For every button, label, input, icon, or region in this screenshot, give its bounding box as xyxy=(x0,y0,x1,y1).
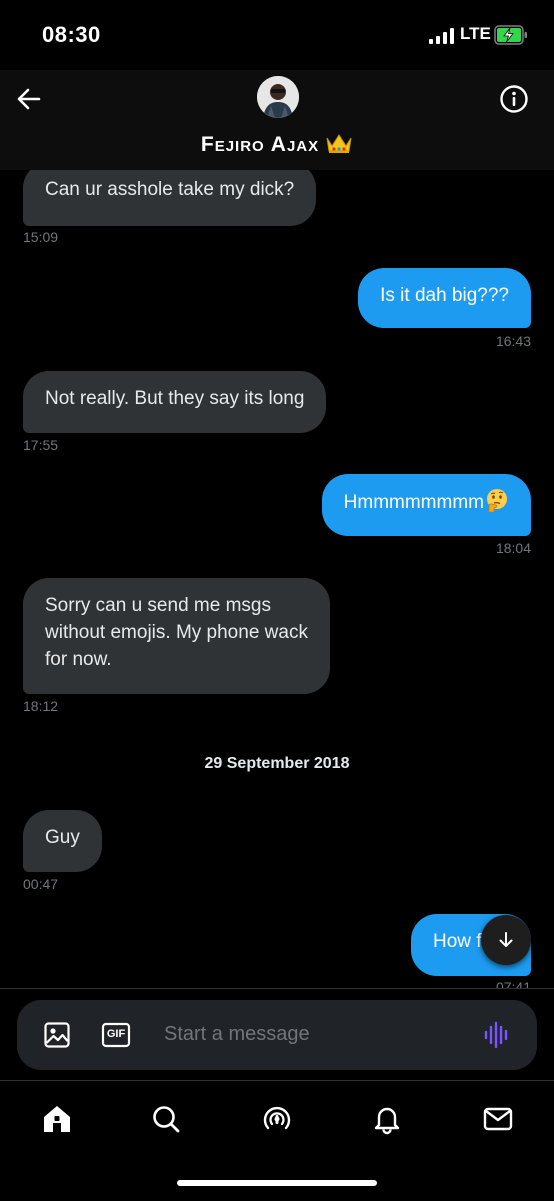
contact-name-row[interactable]: Fejiro Ajax xyxy=(0,132,554,157)
nav-messages[interactable] xyxy=(478,1099,518,1139)
message-bubble[interactable]: Is it dah big??? xyxy=(358,268,531,328)
message-text: Not really. But they say its long xyxy=(45,388,305,409)
message-timestamp: 16:43 xyxy=(495,333,531,349)
conversation-header: Fejiro Ajax xyxy=(0,70,554,170)
voice-message-button[interactable] xyxy=(481,1019,513,1051)
nav-search[interactable] xyxy=(146,1099,186,1139)
status-bar: 08:30 LTE xyxy=(0,0,554,70)
message-timestamp: 18:12 xyxy=(23,698,59,714)
conversation-info-button[interactable] xyxy=(497,82,531,116)
message-input[interactable]: Start a message xyxy=(164,1023,310,1046)
nav-home[interactable] xyxy=(37,1099,77,1139)
nav-spaces[interactable] xyxy=(257,1099,297,1139)
message-bubble[interactable]: Can ur asshole take my dick? xyxy=(23,170,317,226)
message-bubble[interactable]: Sorry can u send me msgs without emojis.… xyxy=(23,578,330,694)
battery-charging-icon xyxy=(494,25,527,45)
image-icon xyxy=(44,1022,70,1048)
status-time: 08:30 xyxy=(42,22,101,47)
info-icon xyxy=(500,85,528,113)
contact-avatar[interactable] xyxy=(257,76,299,118)
message-bubble[interactable]: Guy xyxy=(23,810,102,872)
search-icon xyxy=(153,1106,180,1133)
message-composer: GIF Start a message xyxy=(17,1000,537,1070)
back-button[interactable] xyxy=(12,82,46,116)
message-timestamp: 18:04 xyxy=(495,540,531,556)
message-text-line: without emojis. My phone wack xyxy=(45,622,308,643)
gif-button[interactable]: GIF xyxy=(100,1019,132,1051)
messages-icon xyxy=(483,1107,513,1131)
voice-waveform-icon xyxy=(484,1021,508,1049)
home-icon xyxy=(44,1106,70,1132)
message-text-line: for now. xyxy=(45,649,112,670)
message-timestamp: 15:09 xyxy=(23,229,59,245)
avatar-image xyxy=(257,76,299,118)
message-text: Can ur asshole take my dick? xyxy=(45,179,295,200)
message-bubble[interactable]: Not really. But they say its long xyxy=(23,371,327,433)
notifications-icon xyxy=(374,1107,400,1135)
message-text: Guy xyxy=(45,827,80,848)
message-timestamp: 17:55 xyxy=(23,437,59,453)
network-type: LTE xyxy=(460,24,491,43)
message-text: Hmmmmmmmm xyxy=(343,492,484,513)
scroll-to-bottom-button[interactable] xyxy=(481,915,531,965)
contact-name: Fejiro Ajax xyxy=(200,133,320,156)
thinking-face-emoji xyxy=(487,489,507,513)
arrow-down-icon xyxy=(499,932,513,947)
arrow-left-icon xyxy=(17,88,41,110)
gif-label: GIF xyxy=(106,1028,126,1040)
date-separator: 29 September 2018 xyxy=(204,755,350,772)
message-text: Is it dah big??? xyxy=(380,285,509,306)
spaces-icon xyxy=(263,1106,291,1130)
composer-divider xyxy=(0,988,554,989)
message-timestamp: 07:41 xyxy=(495,979,531,988)
signal-strength-icon xyxy=(429,28,454,44)
message-bubble[interactable]: Hmmmmmmmm xyxy=(321,474,531,536)
media-button[interactable] xyxy=(41,1019,73,1051)
home-indicator xyxy=(177,1180,377,1186)
message-timestamp: 00:47 xyxy=(23,876,59,892)
message-list[interactable]: Can ur asshole take my dick? 15:09 Is it… xyxy=(0,170,554,988)
nav-notifications[interactable] xyxy=(367,1099,407,1139)
message-text-line: Sorry can u send me msgs xyxy=(45,595,271,616)
crown-icon xyxy=(326,134,352,153)
